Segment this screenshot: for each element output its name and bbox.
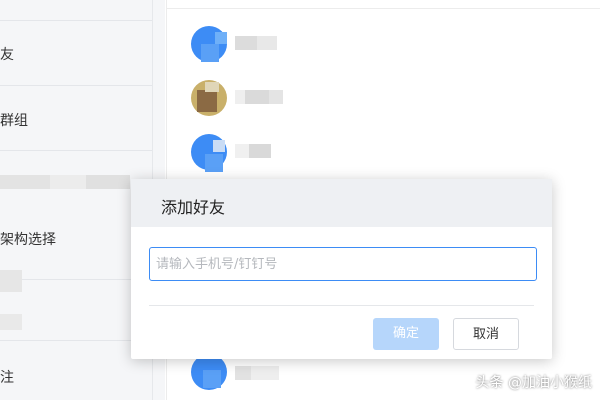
sidebar-item-label: 架构选择 [0,232,56,248]
contact-item[interactable] [191,26,391,72]
contact-name-blurred [235,366,279,380]
blurred-text [0,314,22,330]
add-friend-dialog: 添加好友 确定 取消 [131,179,552,359]
confirm-button[interactable]: 确定 [373,318,439,350]
cancel-button[interactable]: 取消 [453,318,519,350]
avatar [191,26,227,62]
sidebar-item-label: 群组 [0,113,28,129]
sidebar-item-label: 注 [0,370,14,386]
watermark: 头条 @加油小猴纸 [475,375,592,391]
avatar [191,354,227,390]
sidebar-item-bottom[interactable]: 注 [0,340,152,401]
contact-item[interactable] [191,354,391,400]
contact-name-blurred [235,144,271,158]
contact-item[interactable] [191,134,391,180]
divider [167,8,600,9]
blurred-text [0,175,50,189]
phone-or-id-input[interactable] [149,247,537,281]
blurred-text [50,175,86,189]
contact-name-blurred [235,90,283,104]
sidebar-item-groups[interactable]: 群组 [0,86,152,151]
contact-name-blurred [235,36,277,50]
divider [149,305,534,306]
avatar [191,134,227,172]
contact-item[interactable] [191,80,391,126]
dialog-header: 添加好友 [131,179,552,227]
dialog-title: 添加好友 [161,198,226,217]
sidebar-item-org[interactable]: 架构选择 [0,151,152,280]
blurred-text [0,270,22,292]
avatar [191,80,227,116]
sidebar-item-label: 友 [0,47,14,63]
sidebar-item-top[interactable] [0,0,152,21]
sidebar-item-friends[interactable]: 友 [0,21,152,86]
blurred-text [86,175,130,189]
